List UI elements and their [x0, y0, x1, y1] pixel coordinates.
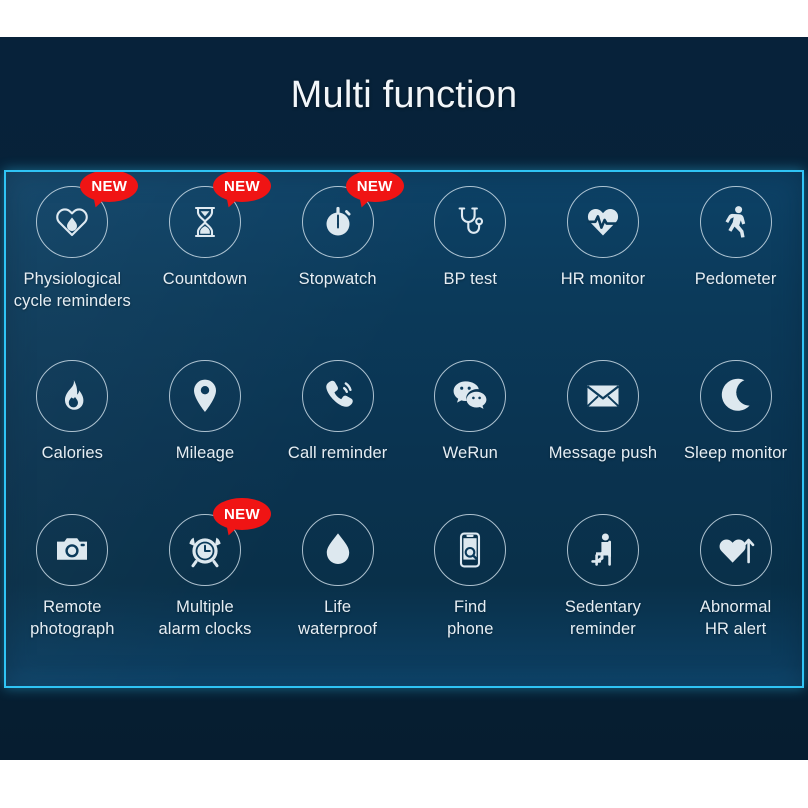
feature-row-1: NEW Physiological cycle reminders NEW Coun…: [6, 172, 802, 312]
feature-item-countdown[interactable]: NEW Countdown: [142, 172, 271, 290]
feature-item-hr-monitor[interactable]: HR monitor: [540, 186, 665, 290]
feature-icon-wrap: [301, 514, 374, 586]
feature-icon-wrap: [566, 360, 639, 432]
heart-pulse-icon: [583, 202, 623, 242]
feature-item-stopwatch[interactable]: NEW Stopwatch: [275, 172, 404, 290]
feature-icon-wrap: [566, 514, 639, 586]
feature-icon-wrap: NEW: [168, 172, 271, 258]
feature-label: Sleep monitor: [684, 444, 788, 462]
feature-item-sleep-monitor[interactable]: Sleep monitor: [673, 360, 798, 464]
feature-icon-wrap: [699, 360, 772, 432]
new-badge-label: NEW: [356, 177, 393, 195]
feature-item-call-reminder[interactable]: Call reminder: [275, 360, 400, 464]
feature-label: HR monitor: [560, 270, 646, 288]
feature-icon-wrap: NEW: [168, 498, 271, 586]
feature-label: Multiple alarm clocks: [158, 598, 252, 638]
camera-icon: [52, 530, 92, 570]
feature-icon-wrap: [36, 360, 109, 432]
new-badge-bubble: NEW: [212, 498, 271, 530]
feature-label: Remote photograph: [30, 598, 115, 638]
new-badge-bubble: NEW: [345, 172, 404, 202]
new-badge: NEW: [212, 172, 271, 210]
feature-panel: NEW Physiological cycle reminders NEW Coun…: [4, 170, 804, 688]
feature-label: Stopwatch: [298, 270, 377, 288]
moon-stars-icon: [716, 376, 756, 416]
new-badge: NEW: [345, 172, 404, 210]
sitting-person-icon: [583, 530, 623, 570]
wechat-bubbles-icon: [450, 376, 490, 416]
hourglass-icon: [185, 202, 225, 242]
feature-item-abnormal-hr-alert[interactable]: Abnormal HR alert: [673, 514, 798, 640]
feature-icon-wrap: [434, 514, 507, 586]
feature-label: Sedentary reminder: [564, 598, 642, 638]
map-pin-icon: [185, 376, 225, 416]
feature-row-3: Remote photograph NEW Multiple alarm cloc…: [6, 498, 802, 640]
feature-label: BP test: [443, 270, 498, 288]
feature-item-werun[interactable]: WeRun: [408, 360, 533, 464]
feature-icon-wrap: [168, 360, 241, 432]
feature-label: Message push: [548, 444, 658, 462]
promo-graphic: Multi function NEW Physiological cycle re…: [0, 0, 808, 808]
feature-item-find-phone[interactable]: Find phone: [408, 514, 533, 640]
feature-icon-wrap: [566, 186, 639, 258]
feature-label: WeRun: [442, 444, 498, 462]
feature-icon-wrap: NEW: [36, 172, 139, 258]
feature-item-calories[interactable]: Calories: [10, 360, 135, 464]
feature-row-2: Calories Mileage Call reminder WeRun Mes…: [6, 360, 802, 464]
feature-icon-wrap: [36, 514, 109, 586]
feature-item-sedentary-reminder[interactable]: Sedentary reminder: [540, 514, 665, 640]
alarm-clock-icon: [185, 530, 225, 570]
feature-icon-wrap: [434, 186, 507, 258]
new-badge-bubble: NEW: [80, 172, 139, 202]
feature-label: Countdown: [162, 270, 248, 288]
feature-item-mileage[interactable]: Mileage: [142, 360, 267, 464]
feature-item-remote-photograph[interactable]: Remote photograph: [10, 514, 135, 640]
ringing-phone-icon: [318, 376, 358, 416]
page-title: Multi function: [290, 74, 518, 116]
new-badge-bubble: NEW: [212, 172, 271, 202]
envelope-icon: [583, 376, 623, 416]
new-badge-label: NEW: [224, 177, 260, 195]
feature-item-message-push[interactable]: Message push: [540, 360, 665, 464]
feature-icon-wrap: [699, 186, 772, 258]
flame-icon: [52, 376, 92, 416]
feature-label: Calories: [41, 444, 103, 462]
walking-person-icon: [716, 202, 756, 242]
feature-item-life-waterproof[interactable]: Life waterproof: [275, 514, 400, 640]
heart-arrow-up-icon: [716, 530, 756, 570]
new-badge-label: NEW: [91, 177, 128, 195]
feature-label: Find phone: [447, 598, 494, 638]
new-badge: NEW: [80, 172, 139, 210]
feature-icon-wrap: [699, 514, 772, 586]
feature-icon-wrap: [301, 360, 374, 432]
feature-label: Call reminder: [287, 444, 388, 462]
new-badge: NEW: [212, 498, 271, 538]
stopwatch-icon: [318, 202, 358, 242]
feature-item-multiple-alarm-clocks[interactable]: NEW Multiple alarm clocks: [142, 498, 271, 640]
feature-label: Abnormal HR alert: [699, 598, 772, 638]
water-drop-icon: [318, 530, 358, 570]
feature-label: Physiological cycle reminders: [13, 270, 131, 310]
feature-icon-wrap: NEW: [301, 172, 404, 258]
feature-grid: NEW Physiological cycle reminders NEW Coun…: [6, 172, 802, 686]
stethoscope-icon: [450, 202, 490, 242]
phone-search-icon: [450, 530, 490, 570]
feature-item-pedometer[interactable]: Pedometer: [673, 186, 798, 290]
feature-item-physiological-cycle-reminders[interactable]: NEW Physiological cycle reminders: [10, 172, 139, 312]
feature-label: Pedometer: [694, 270, 777, 288]
heart-droplet-icon: [52, 202, 92, 242]
feature-label: Mileage: [175, 444, 235, 462]
new-badge-label: NEW: [224, 505, 260, 523]
feature-item-bp-test[interactable]: BP test: [408, 186, 533, 290]
feature-label: Life waterproof: [298, 598, 378, 638]
feature-icon-wrap: [434, 360, 507, 432]
